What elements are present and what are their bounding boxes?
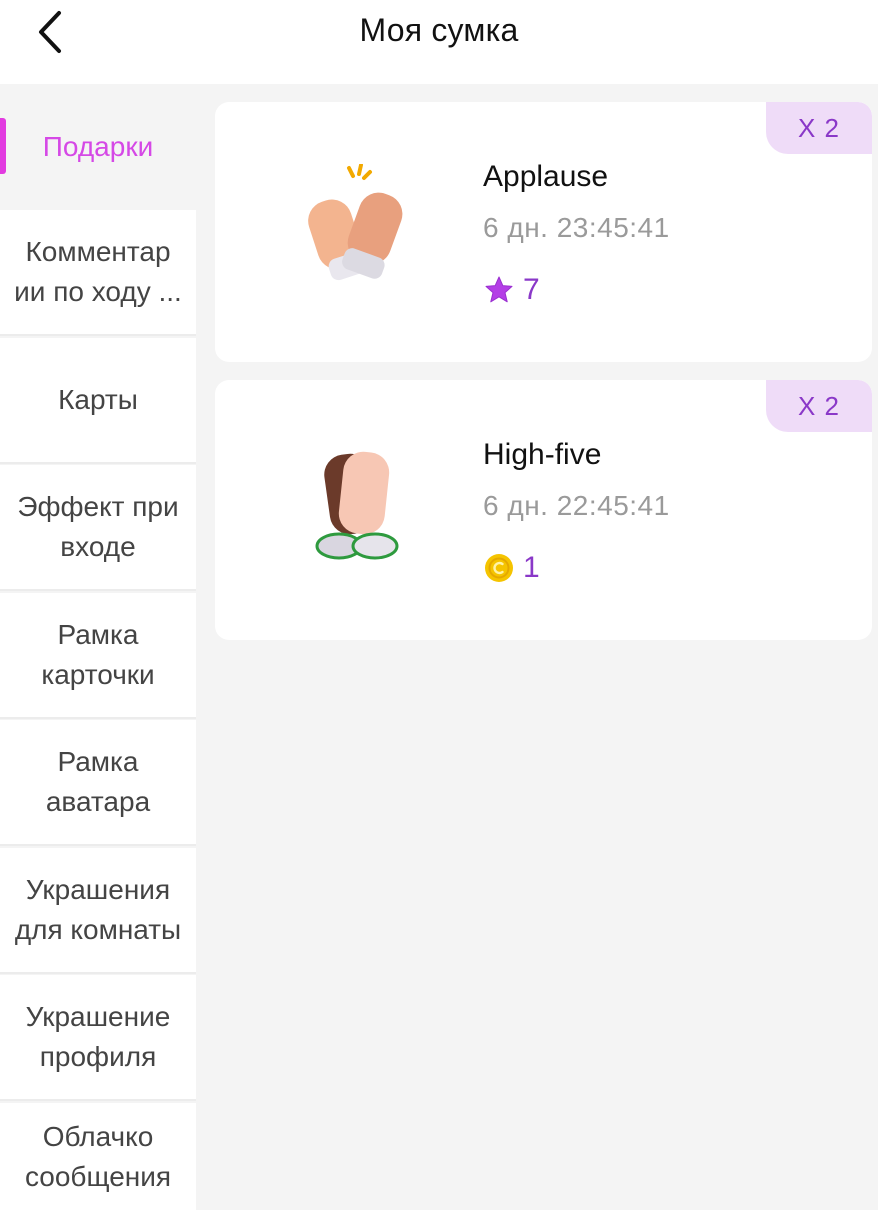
gift-expiry-timer: 6 дн. 22:45:41 (483, 490, 670, 521)
active-indicator (0, 118, 6, 174)
sidebar-item-cards[interactable]: Карты (0, 338, 196, 464)
quantity-badge: X 2 (766, 380, 872, 432)
sidebar-item-label: Рамка аватара (45, 746, 151, 817)
sidebar-item-room-decor[interactable]: Украшения для комнаты (0, 848, 196, 974)
gold-coin-icon (483, 552, 515, 584)
sidebar-item-avatar-frame[interactable]: Рамка аватара (0, 720, 196, 846)
gift-price: 1 (483, 548, 540, 588)
gift-name: Applause (483, 160, 609, 193)
gift-card-applause[interactable]: X 2 Applause 6 дн. 23:45:41 7 (215, 102, 872, 362)
page-title: Моя сумка (359, 12, 519, 48)
high-five-icon (293, 442, 423, 572)
category-sidebar: Подарки Комментар ии по ходу ... Карты Э… (0, 84, 196, 1210)
gift-name: High-five (483, 438, 602, 471)
sidebar-item-label: Украшения для комнаты (14, 874, 182, 945)
sidebar-item-label: Украшение профиля (25, 1001, 171, 1072)
sidebar-item-card-frame[interactable]: Рамка карточки (0, 593, 196, 719)
sidebar-item-label: Эффект при входе (17, 491, 179, 562)
price-value: 1 (523, 551, 540, 584)
sidebar-item-live-comments[interactable]: Комментар ии по ходу ... (0, 210, 196, 336)
main-content: Подарки Комментар ии по ходу ... Карты Э… (0, 84, 878, 1210)
star-icon (483, 274, 515, 306)
sidebar-item-entrance-effect[interactable]: Эффект при входе (0, 465, 196, 591)
price-value: 7 (523, 273, 540, 306)
sidebar-item-label: Комментар ии по ходу ... (14, 236, 182, 307)
sidebar-item-label: Подарки (42, 131, 154, 162)
sidebar-item-label: Облачко сообщения (24, 1120, 172, 1192)
sidebar-item-gifts[interactable]: Подарки (0, 84, 196, 210)
gift-card-high-five[interactable]: X 2 High-five 6 дн. 22:45:41 1 (215, 380, 872, 640)
sidebar-item-profile-decor[interactable]: Украшение профиля (0, 975, 196, 1101)
quantity-badge: X 2 (766, 102, 872, 154)
sidebar-item-label: Рамка карточки (41, 619, 155, 690)
gift-expiry-timer: 6 дн. 23:45:41 (483, 212, 670, 243)
sidebar-item-label: Карты (58, 384, 138, 415)
sidebar-item-chat-bubble[interactable]: Облачко сообщения (0, 1103, 196, 1210)
clapping-hands-icon (293, 163, 423, 294)
top-bar: Моя сумка (0, 0, 878, 84)
gift-price: 7 (483, 270, 540, 310)
